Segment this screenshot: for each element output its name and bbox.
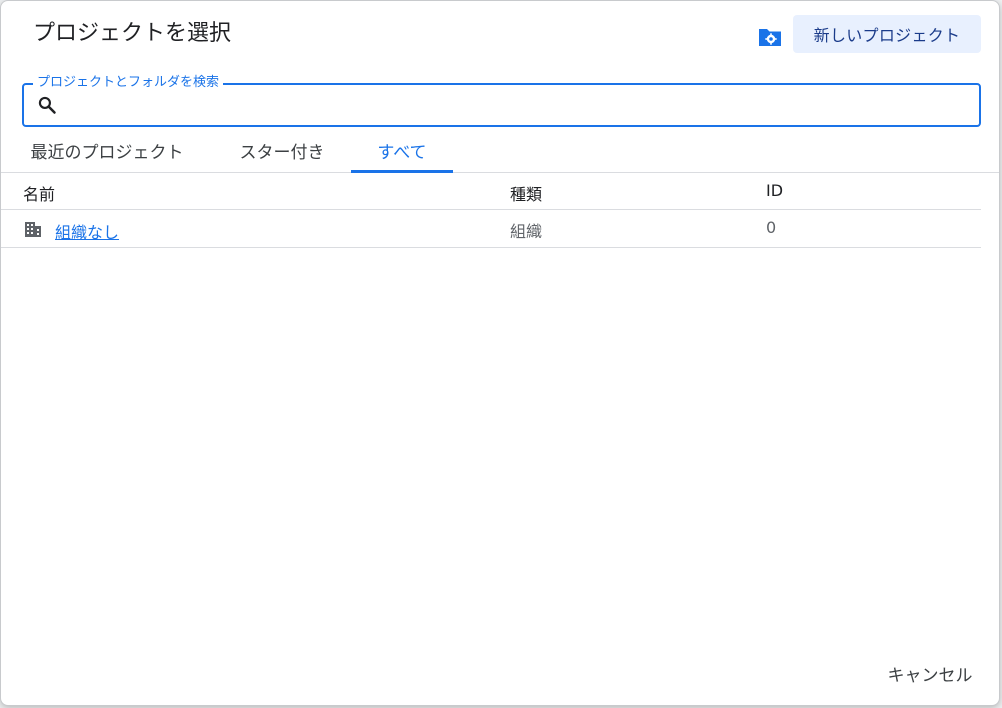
tab-bar: 最近のプロジェクト スター付き すべて — [1, 129, 999, 173]
search-input[interactable] — [63, 89, 967, 123]
tab-recent-projects[interactable]: 最近のプロジェクト — [19, 129, 195, 172]
column-header-id: ID — [766, 181, 784, 200]
organization-icon — [25, 222, 41, 237]
new-project-button[interactable]: 新しいプロジェクト — [793, 15, 981, 53]
dialog-title: プロジェクトを選択 — [33, 21, 232, 46]
table-header: 名前 種類 ID — [1, 173, 981, 210]
column-header-name: 名前 — [23, 185, 56, 204]
folder-settings-icon — [759, 29, 781, 46]
column-header-type: 種類 — [510, 185, 543, 204]
cancel-button[interactable]: キャンセル — [875, 655, 985, 691]
manage-resources-button[interactable] — [755, 23, 785, 51]
select-project-dialog: プロジェクトを選択 新しいプロジェクト プロジェクトとフォルダを検索 最近のプロ… — [0, 0, 1000, 706]
row-name-link[interactable]: 組織なし — [55, 219, 119, 243]
row-type: 組織 — [510, 222, 543, 241]
tab-all[interactable]: すべて — [351, 129, 453, 172]
row-id: 0 — [766, 218, 777, 237]
table-row: 組織なし 組織 0 — [1, 210, 981, 248]
tab-starred[interactable]: スター付き — [227, 129, 337, 172]
search-icon — [38, 96, 56, 114]
